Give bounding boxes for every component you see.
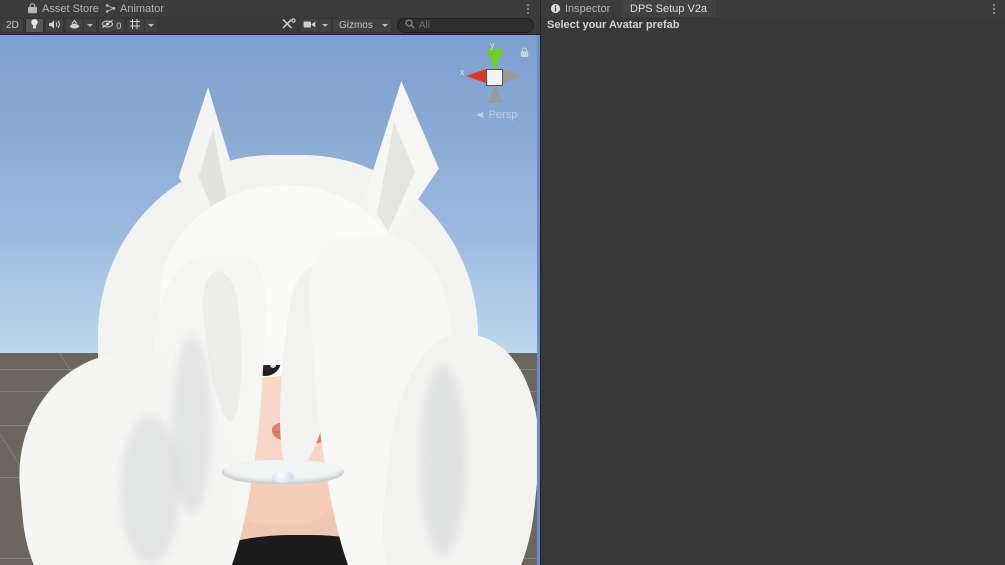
tab-asset-store-label: Asset Store xyxy=(42,2,99,15)
scene-camera-button[interactable] xyxy=(299,18,319,33)
camera-dropdown-caret[interactable] xyxy=(318,18,332,33)
gizmos-dropdown-caret[interactable] xyxy=(378,18,392,33)
scene-orientation-gizmo[interactable]: x y ◄ Persp xyxy=(454,39,532,127)
camera-icon xyxy=(303,20,316,32)
gizmo-axis-x[interactable] xyxy=(466,69,486,83)
unity-editor-window: Asset Store Animator 2D 0 Gizmos All x y… xyxy=(0,0,1005,565)
scene-search-placeholder: All xyxy=(418,20,430,31)
speaker-icon xyxy=(48,19,61,33)
panel-header: Select your Avatar prefab xyxy=(547,19,680,31)
scene-more-options-icon[interactable] xyxy=(522,2,534,15)
info-icon xyxy=(550,3,561,14)
toggle-2d-button[interactable]: 2D xyxy=(1,18,24,33)
tab-dps-setup-label: DPS Setup V2a xyxy=(630,2,708,15)
scene-toolbar: 2D 0 Gizmos All xyxy=(0,17,540,35)
fx-toggle-icon xyxy=(68,19,81,33)
grid-dropdown-caret[interactable] xyxy=(144,18,158,33)
inspector-pane: Inspector DPS Setup V2a Select your Avat… xyxy=(540,0,1005,565)
gizmo-x-label: x xyxy=(460,67,465,77)
scene-search-input[interactable]: All xyxy=(396,18,535,33)
lighting-toggle-button[interactable] xyxy=(24,18,44,33)
gizmos-toggle-button[interactable]: Gizmos xyxy=(331,18,379,33)
gizmo-y-label: y xyxy=(490,40,495,50)
tab-inspector-label: Inspector xyxy=(565,2,611,15)
gizmo-projection-arrow: ◄ xyxy=(474,109,486,121)
tools-icon xyxy=(282,17,297,34)
tab-animator-label: Animator xyxy=(120,2,165,15)
avatar-collar-gem xyxy=(272,471,294,483)
animator-icon xyxy=(105,3,116,14)
store-icon xyxy=(27,3,38,14)
scene-tools-button[interactable] xyxy=(280,17,299,34)
fx-dropdown-caret[interactable] xyxy=(83,18,97,33)
tab-animator[interactable]: Animator xyxy=(96,0,173,17)
inspector-more-options-icon[interactable] xyxy=(988,2,1000,15)
tab-asset-store[interactable]: Asset Store xyxy=(18,0,108,17)
avatar-hair-shading xyxy=(120,415,180,565)
scene-viewport[interactable]: x y ◄ Persp xyxy=(0,35,540,565)
gizmo-axis-z[interactable] xyxy=(501,68,523,84)
chevron-down-icon xyxy=(381,24,388,27)
gizmo-projection-text: Persp xyxy=(488,109,518,121)
search-icon xyxy=(405,19,415,32)
inspector-tab-bar: Inspector DPS Setup V2a xyxy=(541,0,1005,18)
gizmo-projection-label[interactable]: ◄ Persp xyxy=(460,109,532,121)
tab-dps-setup[interactable]: DPS Setup V2a xyxy=(621,0,717,17)
chevron-down-icon xyxy=(321,24,328,27)
grid-icon xyxy=(129,18,141,33)
gizmo-axis-y-negative[interactable] xyxy=(488,85,502,103)
avatar-hair-shading xyxy=(420,365,466,555)
scene-tab-bar: Asset Store Animator xyxy=(0,0,540,18)
gizmo-center-cube[interactable] xyxy=(486,69,503,86)
chevron-down-icon xyxy=(86,24,93,27)
hidden-objects-count: 0 xyxy=(116,20,122,31)
grid-snap-button[interactable] xyxy=(125,18,145,33)
audio-toggle-button[interactable] xyxy=(44,18,64,33)
dps-setup-panel: Select your Avatar prefab xyxy=(541,17,1005,565)
lock-icon[interactable] xyxy=(520,47,529,58)
scene-view-pane: Asset Store Animator 2D 0 Gizmos All x y… xyxy=(0,0,540,565)
gizmo-axis-y[interactable] xyxy=(487,49,503,71)
chevron-down-icon xyxy=(147,24,154,27)
tab-inspector[interactable]: Inspector xyxy=(541,0,620,17)
eye-off-icon xyxy=(101,19,114,32)
lightbulb-icon xyxy=(29,18,40,33)
hidden-objects-button[interactable]: 0 xyxy=(97,18,125,33)
fx-toggle-button[interactable] xyxy=(64,18,84,33)
